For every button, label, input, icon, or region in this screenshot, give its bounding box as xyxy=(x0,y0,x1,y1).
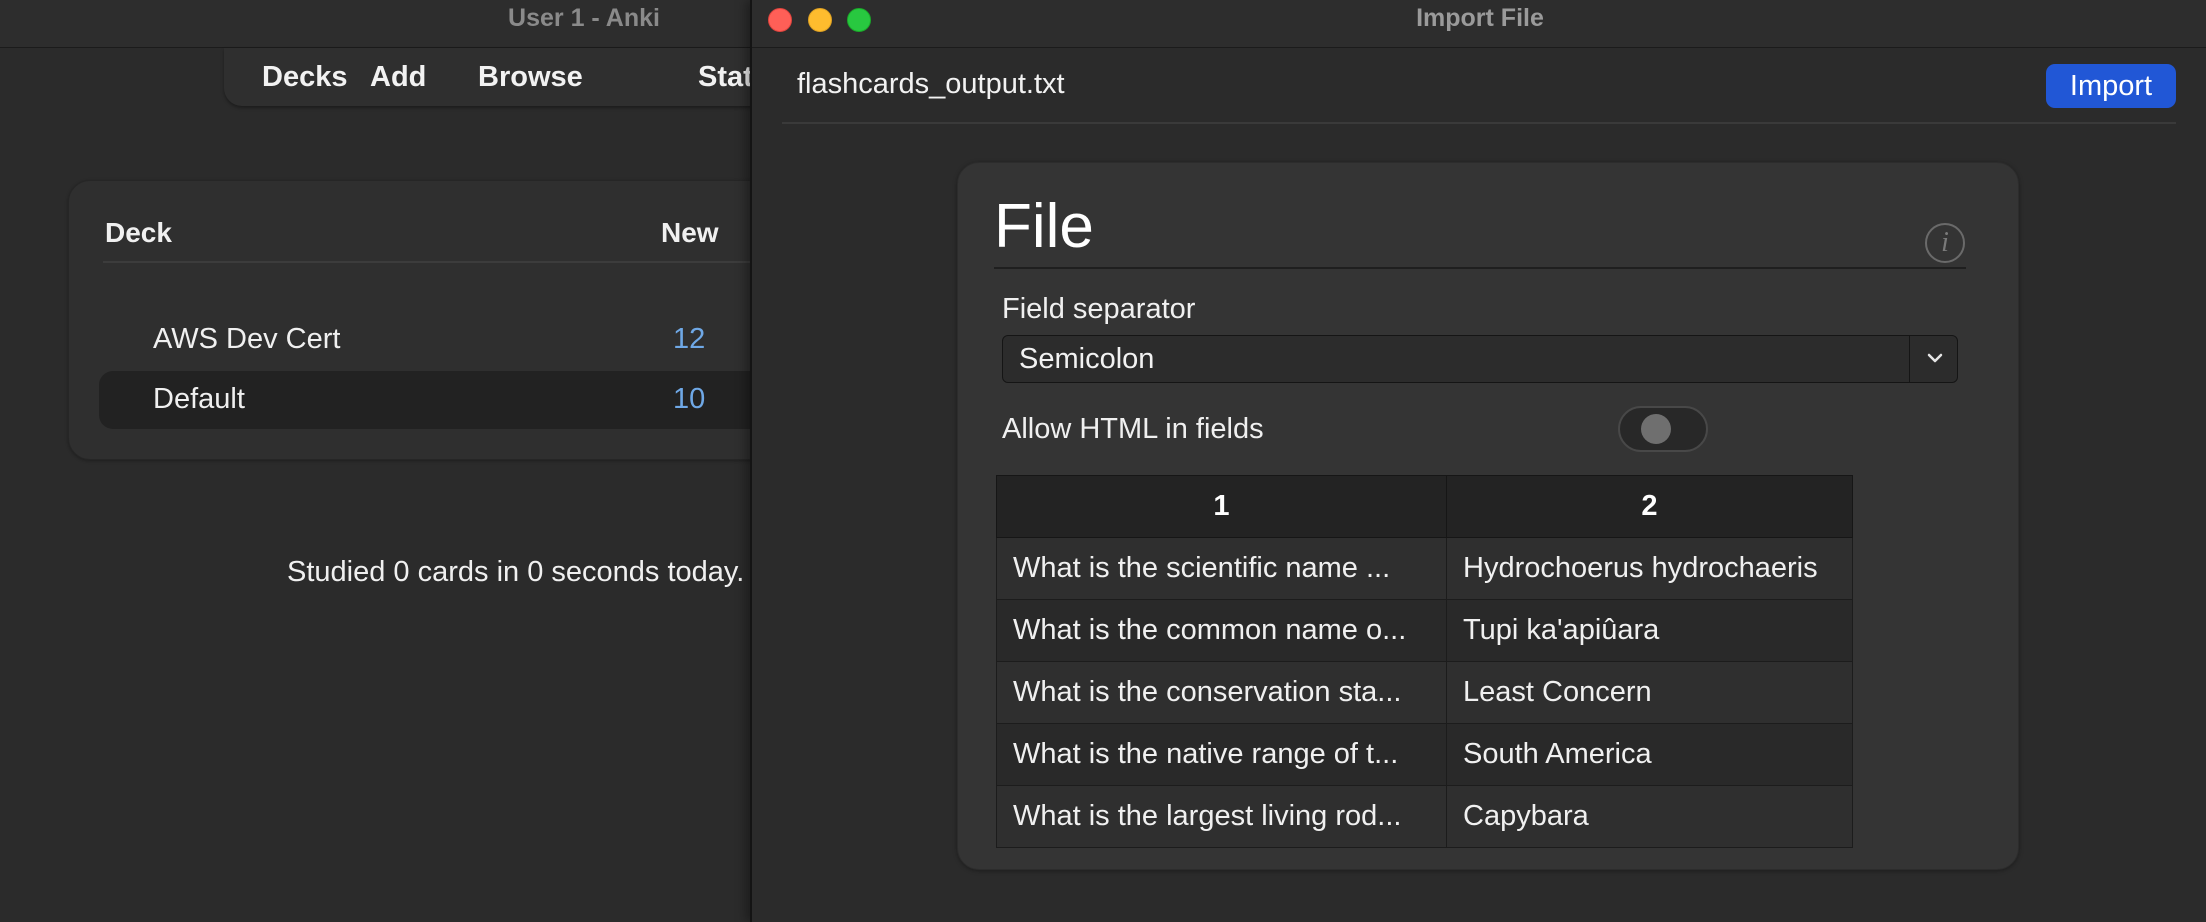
preview-cell: What is the scientific name ... xyxy=(996,537,1447,600)
field-separator-label: Field separator xyxy=(1002,293,1196,325)
deck-column-header: Deck xyxy=(105,217,172,248)
preview-header-row: 1 2 xyxy=(996,475,1853,538)
header-divider xyxy=(782,122,2176,124)
preview-cell: What is the largest living rod... xyxy=(996,785,1447,848)
table-row: What is the native range of t... South A… xyxy=(996,723,1853,786)
preview-cell: Least Concern xyxy=(1446,661,1853,724)
preview-cell: Tupi ka'apiûara xyxy=(1446,599,1853,662)
import-button[interactable]: Import xyxy=(2046,64,2176,108)
preview-cell: Hydrochoerus hydrochaeris xyxy=(1446,537,1853,600)
toolbar-decks-link[interactable]: Decks xyxy=(262,61,347,94)
deck-name[interactable]: AWS Dev Cert xyxy=(153,323,340,356)
preview-cell: What is the conservation sta... xyxy=(996,661,1447,724)
preview-column-header: 2 xyxy=(1446,475,1853,538)
preview-cell: What is the common name o... xyxy=(996,599,1447,662)
preview-cell: Capybara xyxy=(1446,785,1853,848)
preview-cell: What is the native range of t... xyxy=(996,723,1447,786)
toolbar-add-link[interactable]: Add xyxy=(370,61,426,94)
preview-cell: South America xyxy=(1446,723,1853,786)
allow-html-label: Allow HTML in fields xyxy=(1002,413,1264,445)
import-filename: flashcards_output.txt xyxy=(797,68,1065,100)
chevron-down-icon[interactable] xyxy=(1915,344,1955,374)
allow-html-toggle[interactable] xyxy=(1618,406,1708,452)
dialog-titlebar: Import File xyxy=(752,0,2206,48)
preview-column-header: 1 xyxy=(996,475,1447,538)
deck-new-count: 12 xyxy=(673,323,706,355)
dialog-title: Import File xyxy=(1416,4,1544,32)
section-title: File xyxy=(994,192,1094,261)
toolbar-browse-link[interactable]: Browse xyxy=(478,61,583,94)
select-divider xyxy=(1909,336,1910,382)
deck-name[interactable]: Default xyxy=(153,383,245,416)
table-row: What is the conservation sta... Least Co… xyxy=(996,661,1853,724)
deck-new-count: 10 xyxy=(673,383,706,415)
file-options-panel: File i Field separator Semicolon Allow H… xyxy=(957,162,2019,870)
table-row: What is the largest living rod... Capyba… xyxy=(996,785,1853,848)
info-icon[interactable]: i xyxy=(1925,223,1965,263)
toggle-knob xyxy=(1641,414,1671,444)
preview-table: 1 2 What is the scientific name ... Hydr… xyxy=(996,475,1853,848)
studied-summary: Studied 0 cards in 0 seconds today. xyxy=(287,556,745,588)
field-separator-value: Semicolon xyxy=(1019,343,1155,375)
table-row: What is the scientific name ... Hydrocho… xyxy=(996,537,1853,600)
new-column-header: New xyxy=(661,217,719,248)
import-file-dialog: Import File flashcards_output.txt Import… xyxy=(750,0,2206,922)
table-row: What is the common name o... Tupi ka'api… xyxy=(996,599,1853,662)
section-divider xyxy=(994,267,1966,269)
field-separator-select[interactable]: Semicolon xyxy=(1002,335,1958,383)
